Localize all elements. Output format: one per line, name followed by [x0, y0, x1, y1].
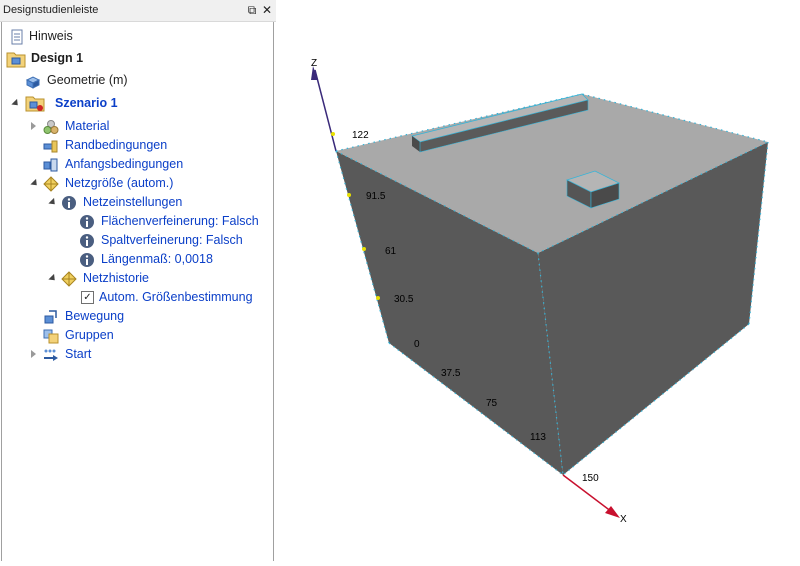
info-icon: [80, 253, 94, 267]
motion-icon: [44, 310, 57, 324]
z-tick-label: 122: [352, 130, 369, 141]
tree-item-label: Bewegung: [65, 309, 125, 323]
tree-item-laengenmass[interactable]: Längenmaß: 0,0018: [2, 250, 273, 269]
tree-item-label: Design 1: [31, 51, 84, 65]
z-axis-line: [314, 69, 337, 152]
z-tick-label: 0: [414, 339, 420, 350]
info-icon: [80, 234, 94, 248]
tree-item-label: Spaltverfeinerung: Falsch: [101, 233, 243, 247]
x-axis-label: X: [620, 514, 627, 525]
tree-item-label: Hinweis: [29, 29, 73, 43]
design-folder-icon: [6, 52, 26, 68]
tree-item-material[interactable]: Material: [2, 117, 273, 136]
z-tick-label: 61: [385, 246, 397, 257]
collapse-icon[interactable]: [11, 98, 21, 109]
tree-item-spaltverfeinerung[interactable]: Spaltverfeinerung: Falsch: [2, 231, 273, 250]
tree-item-label: Netzeinstellungen: [83, 195, 183, 209]
mesh-history-icon: [61, 271, 77, 287]
tree-item-flaechenverfeinerung[interactable]: Flächenverfeinerung: Falsch: [2, 212, 273, 231]
tree-item-netzhistorie[interactable]: Netzhistorie: [2, 269, 273, 288]
collapse-icon[interactable]: [30, 178, 40, 189]
tree-item-label: Anfangsbedingungen: [65, 157, 184, 171]
boundary-conditions-icon: [43, 140, 58, 153]
3d-viewport[interactable]: Z 122 91.5 61 30.5 0 37.5 75 113 150 X: [276, 0, 800, 561]
close-icon[interactable]: ✕: [260, 3, 274, 17]
tree-item-randbedingungen[interactable]: Randbedingungen: [2, 136, 273, 155]
tree-item-szenario[interactable]: Szenario 1: [2, 94, 273, 113]
groups-icon: [43, 329, 59, 344]
tree-item-netzgroesse[interactable]: Netzgröße (autom.): [2, 174, 273, 193]
expand-icon[interactable]: [31, 350, 36, 358]
x-tick-label: 113: [530, 432, 546, 443]
x-tick-label: 75: [486, 398, 498, 409]
x-tick-label: 150: [582, 473, 599, 484]
tree-item-autom-groessenbestimmung[interactable]: ✓ Autom. Größenbestimmung: [2, 288, 273, 307]
material-icon: [43, 120, 59, 134]
tree-item-hinweis[interactable]: Hinweis: [2, 27, 273, 46]
geometry-icon: [25, 76, 41, 89]
panel-titlebar: Designstudienleiste ⧉ ✕: [0, 0, 276, 22]
panel-title: Designstudienleiste: [3, 4, 99, 16]
z-tick-label: 30.5: [394, 294, 414, 305]
info-icon: [80, 215, 94, 229]
tree-item-label: Szenario 1: [55, 96, 118, 110]
tree-item-label: Start: [65, 347, 92, 361]
tree-item-label: Randbedingungen: [65, 138, 168, 152]
x-tick-label: 37.5: [441, 368, 461, 379]
tree-item-label: Netzhistorie: [83, 271, 149, 285]
tree-item-label: Gruppen: [65, 328, 114, 342]
tree-item-gruppen[interactable]: Gruppen: [2, 326, 273, 345]
study-tree: Hinweis Design 1 Geometrie (m) Szenario …: [1, 22, 274, 561]
tree-item-label: Geometrie (m): [47, 73, 128, 87]
tree-item-netzeinstellungen[interactable]: Netzeinstellungen: [2, 193, 273, 212]
tree-item-start[interactable]: Start: [2, 345, 273, 364]
initial-conditions-icon: [43, 158, 58, 172]
tree-item-design[interactable]: Design 1: [2, 49, 273, 68]
tree-item-anfangsbedingungen[interactable]: Anfangsbedingungen: [2, 155, 273, 174]
tree-item-geometrie[interactable]: Geometrie (m): [2, 71, 273, 90]
note-icon: [11, 29, 23, 45]
auto-sizing-checkbox[interactable]: ✓: [81, 291, 94, 304]
restore-window-icon[interactable]: ⧉: [245, 3, 259, 17]
collapse-icon[interactable]: [48, 273, 58, 284]
tree-item-bewegung[interactable]: Bewegung: [2, 307, 273, 326]
z-tick-label: 91.5: [366, 191, 386, 202]
tree-item-label: Flächenverfeinerung: Falsch: [101, 214, 259, 228]
tree-item-label: Material: [65, 119, 110, 133]
info-icon: [62, 196, 76, 210]
start-icon: [44, 349, 58, 361]
tree-item-label: Längenmaß: 0,0018: [101, 252, 213, 266]
scenario-folder-icon: [25, 96, 45, 112]
design-study-bar: Designstudienleiste ⧉ ✕ Hinweis Design 1: [0, 0, 276, 561]
collapse-icon[interactable]: [48, 197, 58, 208]
z-axis-label: Z: [311, 58, 317, 69]
expand-icon[interactable]: [31, 122, 36, 130]
tree-item-label: Autom. Größenbestimmung: [99, 290, 253, 304]
mesh-size-icon: [43, 176, 59, 192]
model-view[interactable]: Z 122 91.5 61 30.5 0 37.5 75 113 150 X: [276, 0, 800, 561]
tree-item-label: Netzgröße (autom.): [65, 176, 174, 190]
